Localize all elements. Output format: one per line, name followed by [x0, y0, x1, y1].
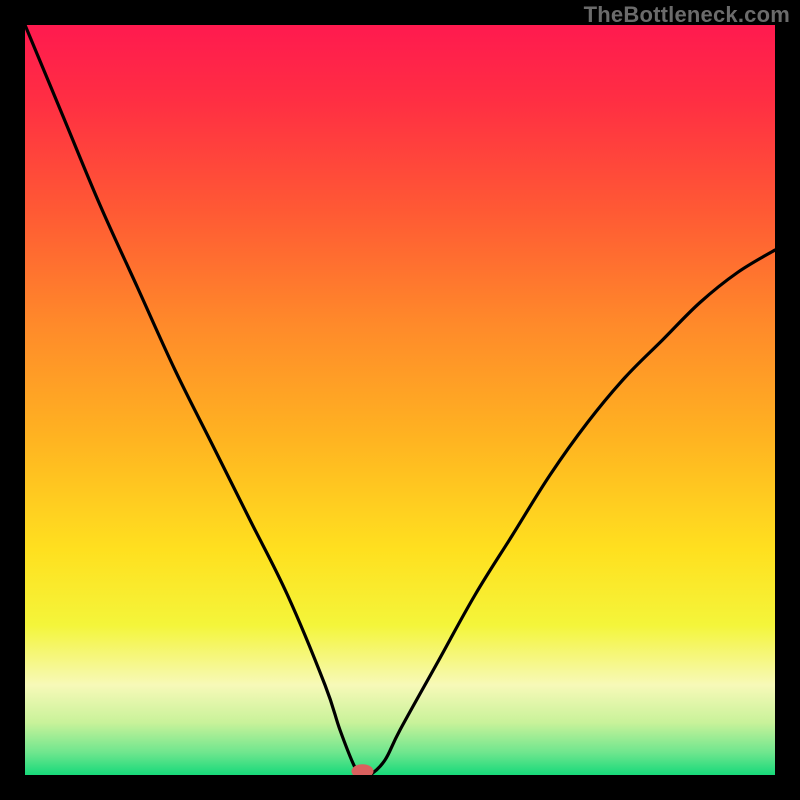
plot-area [25, 25, 775, 775]
watermark-text: TheBottleneck.com [584, 2, 790, 28]
gradient-background [25, 25, 775, 775]
chart-svg [25, 25, 775, 775]
chart-frame: TheBottleneck.com [0, 0, 800, 800]
